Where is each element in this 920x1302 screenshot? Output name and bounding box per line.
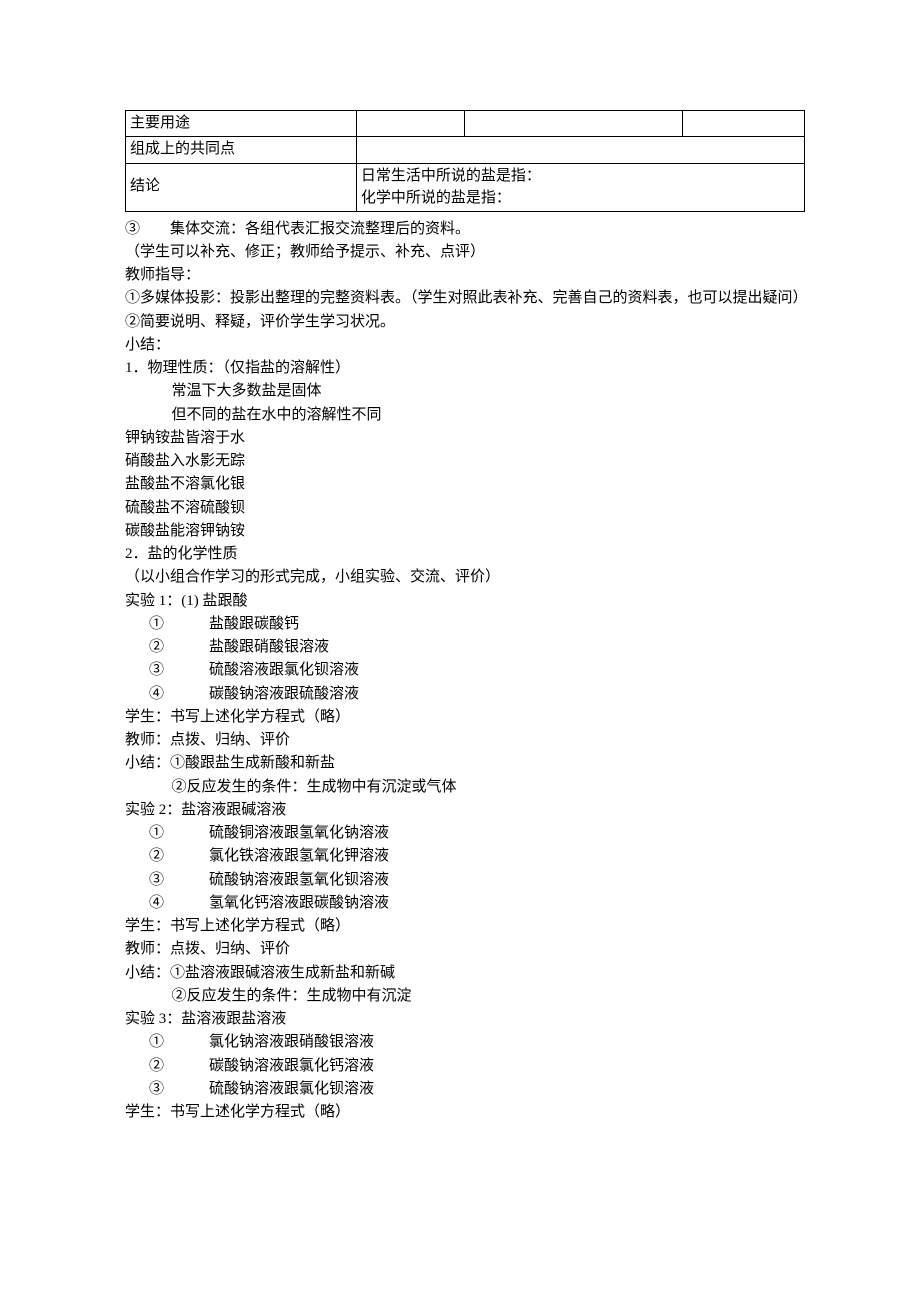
text-line: ③ 集体交流：各组代表汇报交流整理后的资料。	[125, 218, 805, 241]
cell-empty	[682, 111, 804, 137]
list-item: ③ 硫酸钠溶液跟氯化钡溶液	[125, 1078, 805, 1101]
cell-empty	[465, 111, 682, 137]
text-line: 小结：	[125, 334, 805, 357]
cell-label: 结论	[126, 163, 357, 211]
text-line: 学生：书写上述化学方程式（略）	[125, 915, 805, 938]
list-item: ③ 硫酸溶液跟氯化钡溶液	[125, 659, 805, 682]
text-line: ②反应发生的条件：生成物中有沉淀	[125, 985, 805, 1008]
cell-label: 组成上的共同点	[126, 137, 357, 163]
list-item: ① 硫酸铜溶液跟氢氧化钠溶液	[125, 822, 805, 845]
conclusion-line-1: 日常生活中所说的盐是指：	[361, 165, 800, 188]
summary-table: 主要用途 组成上的共同点 结论 日常生活中所说的盐是指： 化学中所说的盐是指：	[125, 110, 805, 212]
text-line: 小结：①酸跟盐生成新酸和新盐	[125, 752, 805, 775]
text-line: 实验 1：(1) 盐跟酸	[125, 590, 805, 613]
cell-conclusion: 日常生活中所说的盐是指： 化学中所说的盐是指：	[356, 163, 804, 211]
list-item: ② 盐酸跟硝酸银溶液	[125, 636, 805, 659]
text-line: 但不同的盐在水中的溶解性不同	[125, 404, 805, 427]
text-line: ②简要说明、释疑，评价学生学习状况。	[125, 311, 805, 334]
text-line: 教师指导：	[125, 264, 805, 287]
text-line: 实验 2：盐溶液跟碱溶液	[125, 799, 805, 822]
list-item: ① 盐酸跟碳酸钙	[125, 613, 805, 636]
text-line: ①多媒体投影：投影出整理的完整资料表。（学生对照此表补充、完善自己的资料表，也可…	[125, 287, 805, 310]
list-item: ① 氯化钠溶液跟硝酸银溶液	[125, 1031, 805, 1054]
text-line: 盐酸盐不溶氯化银	[125, 473, 805, 496]
text-line: 常温下大多数盐是固体	[125, 380, 805, 403]
text-line: 学生：书写上述化学方程式（略）	[125, 1101, 805, 1124]
text-line: 碳酸盐能溶钾钠铵	[125, 520, 805, 543]
list-item: ④ 碳酸钠溶液跟硫酸溶液	[125, 683, 805, 706]
cell-label: 主要用途	[126, 111, 357, 137]
conclusion-line-2: 化学中所说的盐是指：	[361, 187, 800, 210]
list-item: ② 碳酸钠溶液跟氯化钙溶液	[125, 1055, 805, 1078]
cell-empty	[356, 111, 465, 137]
text-line: 硫酸盐不溶硫酸钡	[125, 497, 805, 520]
list-item: ② 氯化铁溶液跟氢氧化钾溶液	[125, 845, 805, 868]
list-item: ④ 氢氧化钙溶液跟碳酸钠溶液	[125, 892, 805, 915]
text-line: 教师：点拨、归纳、评价	[125, 729, 805, 752]
table-row: 主要用途	[126, 111, 805, 137]
text-line: ②反应发生的条件：生成物中有沉淀或气体	[125, 776, 805, 799]
table-row: 组成上的共同点	[126, 137, 805, 163]
text-line: 实验 3：盐溶液跟盐溶液	[125, 1008, 805, 1031]
list-item: ③ 硫酸钠溶液跟氢氧化钡溶液	[125, 869, 805, 892]
text-line: 硝酸盐入水影无踪	[125, 450, 805, 473]
text-line: 学生：书写上述化学方程式（略）	[125, 706, 805, 729]
table-row: 结论 日常生活中所说的盐是指： 化学中所说的盐是指：	[126, 163, 805, 211]
text-line: 小结：①盐溶液跟碱溶液生成新盐和新碱	[125, 962, 805, 985]
text-line: 1．物理性质：（仅指盐的溶解性）	[125, 357, 805, 380]
text-line: 钾钠铵盐皆溶于水	[125, 427, 805, 450]
text-line: 教师：点拨、归纳、评价	[125, 938, 805, 961]
text-line: （以小组合作学习的形式完成，小组实验、交流、评价）	[125, 566, 805, 589]
cell-empty	[356, 137, 804, 163]
text-line: 2．盐的化学性质	[125, 543, 805, 566]
text-line: （学生可以补充、修正；教师给予提示、补充、点评）	[125, 241, 805, 264]
